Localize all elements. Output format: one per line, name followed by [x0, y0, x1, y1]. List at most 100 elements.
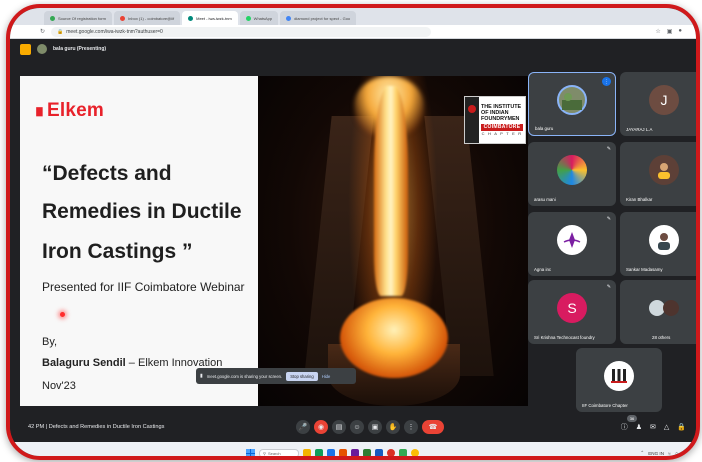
people-group-icon — [649, 300, 679, 317]
share-indicator-icon: ▮ — [200, 373, 203, 379]
camera-off-icon[interactable]: ◉ — [314, 420, 328, 434]
participant-tile[interactable]: IIF Coimbatore Chapter — [576, 348, 662, 412]
excel-icon[interactable] — [363, 449, 371, 456]
browser-tab[interactable]: WhatsApp — [239, 11, 279, 25]
browser-tab-strip: Source Of registration form Inbox (1) - … — [10, 8, 696, 25]
file-explorer-icon[interactable] — [303, 449, 311, 456]
microphone-icon[interactable]: 🎤 — [296, 420, 310, 434]
participant-tile[interactable]: ✎ arasu mani — [528, 142, 616, 206]
participant-count-badge: 36 — [627, 415, 637, 422]
slide-title-line: “Defects and — [42, 162, 172, 185]
participant-tile[interactable]: ⋮ bala guru — [528, 72, 616, 136]
captions-icon[interactable]: ▤ — [332, 420, 346, 434]
browser-tab[interactable]: diamond project for spect - Goo — [280, 11, 357, 25]
avatar: S — [557, 293, 587, 324]
person-photo-icon — [658, 233, 670, 251]
speaker-icon[interactable]: ♫ — [675, 451, 678, 456]
host-controls-icon[interactable]: 🔒 — [677, 423, 686, 431]
browser-toolbar-icons: ☆ ▣ ● — [655, 28, 682, 35]
mic-muted-icon: ✎ — [606, 146, 611, 152]
raise-hand-icon[interactable]: ✋ — [386, 420, 400, 434]
logo-text: Elkem — [47, 100, 105, 121]
tab-favicon-icon — [120, 15, 126, 21]
taskbar-app-icon[interactable] — [399, 449, 407, 456]
extensions-icon[interactable]: ▣ — [667, 28, 673, 35]
emoji-icon[interactable]: ☺ — [350, 420, 364, 434]
landscape-avatar-icon — [562, 93, 582, 111]
chevron-up-icon[interactable]: ⌃ — [640, 450, 644, 456]
reload-icon[interactable]: ↻ — [40, 28, 45, 35]
mic-muted-icon: ✎ — [699, 146, 700, 152]
presenting-bar: bala guru (Presenting) — [10, 39, 696, 59]
participant-tile[interactable]: ✎ Sankar Madasamy — [620, 212, 700, 276]
participant-name: bala guru — [535, 126, 554, 131]
browser-tab-active[interactable]: Meet - iwa-iwzk-tnm — [182, 11, 238, 25]
activities-icon[interactable]: △ — [664, 423, 669, 431]
iif-chapter-logo-icon — [611, 369, 627, 384]
participant-tile[interactable]: J JAYARAJ L.A — [620, 72, 696, 136]
present-screen-icon[interactable]: ▣ — [368, 420, 382, 434]
iif-badge: THE INSTITUTE OF INDIAN FOUNDRYMEN COIMB… — [464, 96, 526, 144]
wifi-icon[interactable]: ≈ — [668, 451, 671, 456]
person-photo-icon — [658, 163, 670, 180]
word-icon[interactable] — [375, 449, 383, 456]
meet-control-bar: 42 PM | Defects and Remedies in Ductile … — [10, 412, 696, 442]
taskbar-app-icon[interactable] — [411, 449, 419, 456]
mic-muted-icon: ✎ — [606, 284, 611, 290]
taskbar-search[interactable]: ⚲ Search — [259, 448, 299, 456]
participant-tile[interactable]: ✎ Kiran Bhalkar — [620, 142, 700, 206]
browser-tab[interactable]: Inbox (1) - coimbatore@iif — [114, 11, 181, 25]
teams-icon[interactable] — [351, 449, 359, 456]
avatar — [557, 155, 587, 186]
avatar: J — [649, 85, 679, 116]
tab-favicon-icon — [50, 15, 55, 21]
people-icon[interactable]: ♟ — [636, 423, 642, 431]
stop-sharing-button[interactable]: Stop sharing — [286, 371, 318, 381]
participant-tile[interactable]: S ✎ Sri Krishna Technocast foundry — [528, 280, 616, 344]
avatar — [557, 85, 587, 116]
windows-start-icon[interactable] — [246, 448, 255, 456]
slide-author: Balaguru Sendil – Elkem Innovation — [42, 357, 222, 369]
search-icon: ⚲ — [263, 450, 266, 456]
more-options-icon[interactable]: ⋮ — [404, 420, 418, 434]
info-icon[interactable]: ⓘ — [621, 422, 628, 432]
slide-subtitle: Presented for IIF Coimbatore Webinar — [42, 280, 245, 294]
presenting-label: bala guru (Presenting) — [53, 46, 107, 52]
address-bar: ↻ 🔒 meet.google.com/iwa-iwzk-tnm?authuse… — [10, 25, 696, 39]
tab-label: Inbox (1) - coimbatore@iif — [128, 15, 175, 21]
slide-title-line: Remedies in Ductile — [42, 200, 242, 223]
iif-emblem-icon — [465, 97, 479, 143]
taskbar-app-icon[interactable] — [315, 449, 323, 456]
profile-icon[interactable]: ● — [678, 28, 682, 35]
slide-text-panel: ∎ Elkem “Defects and Remedies in Ductile… — [20, 76, 258, 406]
chat-icon[interactable]: ✉ — [650, 423, 656, 431]
participant-name: Agna inc — [534, 267, 552, 272]
tab-favicon-icon — [286, 15, 292, 21]
tab-label: WhatsApp — [253, 15, 273, 21]
chrome-icon[interactable] — [387, 449, 395, 456]
search-placeholder: Search — [267, 450, 281, 456]
star-icon[interactable]: ☆ — [655, 28, 660, 35]
screenshot-frame: Source Of registration form Inbox (1) - … — [6, 4, 700, 460]
photo-molten-pool — [340, 298, 448, 378]
iif-line: FOUNDRYMEN — [481, 116, 520, 122]
participants-overflow-tile[interactable]: 28 others — [620, 280, 696, 344]
laser-pointer-icon — [60, 312, 65, 317]
participant-name: arasu mani — [534, 197, 556, 202]
url-text: meet.google.com/iwa-iwzk-tnm?authuser=0 — [66, 28, 163, 35]
mic-muted-icon: ✎ — [699, 216, 700, 222]
mic-muted-icon: ✎ — [606, 216, 611, 222]
end-call-button[interactable]: ☎ — [422, 420, 444, 434]
avatar-initial: S — [567, 300, 577, 317]
author-name: Balaguru Sendil — [42, 357, 126, 369]
participant-name: Sri Krishna Technocast foundry — [534, 335, 595, 340]
iif-chapter: C H A P T E R — [481, 131, 523, 136]
avatar-group — [644, 293, 684, 323]
url-field[interactable]: 🔒 meet.google.com/iwa-iwzk-tnm?authuser=… — [51, 26, 432, 37]
hide-notice-button[interactable]: Hide — [322, 374, 331, 379]
language-indicator[interactable]: ENG IN — [648, 451, 664, 456]
participant-tile[interactable]: ✎ Agna inc — [528, 212, 616, 276]
edge-icon[interactable] — [327, 449, 335, 456]
browser-tab[interactable]: Source Of registration form — [44, 11, 113, 25]
office-icon[interactable] — [339, 449, 347, 456]
